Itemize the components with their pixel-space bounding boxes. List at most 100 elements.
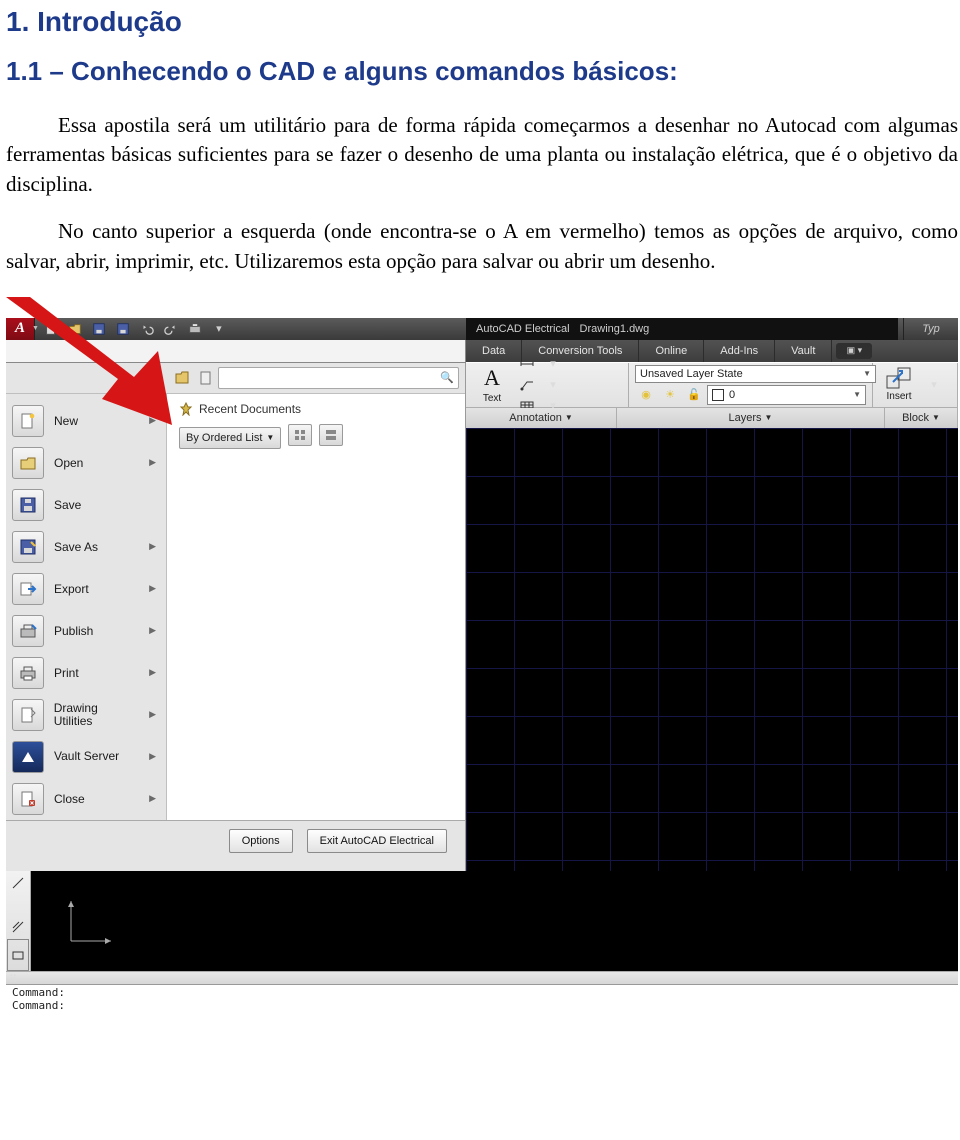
menu-utilities-label: Drawing Utilities	[54, 702, 139, 728]
save-icon	[12, 489, 44, 521]
app-menu-list: New ▶ Open ▶ Save	[6, 394, 166, 820]
insert-dd[interactable]: ▾	[923, 375, 945, 395]
app-letter: A	[15, 320, 25, 337]
layer-on-icon[interactable]: ◉	[635, 385, 657, 405]
text-tool-label: Text	[483, 393, 501, 404]
submenu-arrow-icon: ▶	[149, 583, 156, 594]
command-history-1: Command:	[12, 986, 952, 999]
menu-export-label: Export	[54, 582, 89, 596]
submenu-arrow-icon: ▶	[149, 751, 156, 762]
submenu-arrow-icon: ▶	[149, 625, 156, 636]
view-small-icons-button[interactable]	[288, 424, 312, 446]
command-line[interactable]: Command: Command:	[6, 984, 958, 1012]
submenu-arrow-icon: ▶	[149, 457, 156, 468]
chevron-down-icon: ▼	[932, 413, 940, 422]
options-button[interactable]: Options	[229, 829, 293, 853]
menu-print[interactable]: Print ▶	[12, 652, 166, 694]
title-app: AutoCAD Electrical	[476, 323, 570, 335]
menu-new-label: New	[54, 414, 78, 428]
panel-label-block[interactable]: Block▼	[885, 408, 958, 428]
tab-vault[interactable]: Vault	[775, 340, 832, 362]
grip-icon[interactable]: ⠿	[9, 973, 19, 983]
qat-save-icon[interactable]	[87, 318, 111, 340]
submenu-arrow-icon: ▶	[149, 415, 156, 426]
menu-saveas-label: Save As	[54, 540, 98, 554]
menu-close[interactable]: Close ▶	[12, 778, 166, 820]
menu-open[interactable]: Open ▶	[12, 442, 166, 484]
tab-add-ins[interactable]: Add-Ins	[704, 340, 775, 362]
publish-icon	[12, 615, 44, 647]
chevron-down-icon: ▼	[853, 390, 861, 399]
quick-access-toolbar: A ▼ ▾ AutoCAD Electrical Drawing1.dwg Ty…	[6, 318, 958, 340]
app-menu-open-docs-button[interactable]	[194, 370, 218, 386]
search-icon: 🔍	[440, 371, 454, 384]
layer-lock-icon[interactable]: 🔓	[683, 385, 705, 405]
layer-freeze-icon[interactable]: ☀	[659, 385, 681, 405]
panel-label-annotation[interactable]: Annotation▼	[466, 408, 617, 428]
submenu-arrow-icon: ▶	[149, 793, 156, 804]
help-search-box[interactable]: Typ	[903, 318, 958, 340]
view-large-icons-button[interactable]	[319, 424, 343, 446]
menu-saveas[interactable]: Save As ▶	[12, 526, 166, 568]
tab-collapse-button[interactable]: ▣ ▾	[836, 343, 872, 359]
layer-state-dropdown[interactable]: Unsaved Layer State ▼	[635, 365, 876, 383]
menu-publish-label: Publish	[54, 624, 93, 638]
print-icon	[12, 657, 44, 689]
tool-blank[interactable]	[8, 895, 28, 915]
doc-paragraph-2: No canto superior a esquerda (onde encon…	[6, 217, 958, 276]
qat-plot-icon[interactable]	[183, 318, 207, 340]
menu-new[interactable]: New ▶	[12, 400, 166, 442]
chevron-down-icon: ▼	[266, 433, 274, 442]
tab-conversion-tools[interactable]: Conversion Tools	[522, 340, 639, 362]
menu-publish[interactable]: Publish ▶	[12, 610, 166, 652]
app-menu-recent-button[interactable]	[170, 370, 194, 386]
submenu-arrow-icon: ▶	[149, 667, 156, 678]
tool-rectangle-icon[interactable]	[7, 939, 29, 971]
linear-dim-button[interactable]	[516, 354, 538, 374]
ribbon-tabs: Data Conversion Tools Online Add-Ins Vau…	[466, 340, 958, 362]
menu-vault-server[interactable]: Vault Server ▶	[12, 736, 166, 778]
tool-line-icon[interactable]	[8, 873, 28, 893]
ordered-list-dropdown[interactable]: By Ordered List▼	[179, 427, 281, 449]
drawing-canvas-lower[interactable]	[31, 871, 958, 971]
qat-undo-icon[interactable]	[135, 318, 159, 340]
qat-saveas-icon[interactable]	[111, 318, 135, 340]
app-menu-arrow-icon: ▼	[32, 325, 39, 332]
menu-export[interactable]: Export ▶	[12, 568, 166, 610]
current-layer-value: 0	[729, 389, 735, 401]
qat-open-icon[interactable]	[63, 318, 87, 340]
layer-color-swatch	[712, 389, 724, 401]
app-menu-button[interactable]: A	[6, 318, 35, 340]
exit-button[interactable]: Exit AutoCAD Electrical	[307, 829, 447, 853]
submenu-arrow-icon: ▶	[149, 541, 156, 552]
qat-new-icon[interactable]	[39, 318, 63, 340]
annotation-dd-2[interactable]: ▾	[542, 375, 564, 395]
close-icon	[12, 783, 44, 815]
current-layer-dropdown[interactable]: 0▼	[707, 385, 866, 405]
panel-label-layers[interactable]: Layers▼	[617, 408, 885, 428]
insert-block-button[interactable]: Insert	[879, 365, 919, 405]
qat-redo-icon[interactable]	[159, 318, 183, 340]
title-doc: Drawing1.dwg	[580, 323, 650, 335]
title-bar: AutoCAD Electrical Drawing1.dwg	[466, 318, 898, 340]
app-menu-search-input[interactable]: 🔍	[218, 367, 459, 389]
menu-drawing-utilities[interactable]: Drawing Utilities ▶	[12, 694, 166, 736]
annotation-dd-1[interactable]: ▾	[542, 354, 564, 374]
ribbon-panels: A Text ▾ ▾ ▾	[466, 363, 958, 428]
drawing-canvas[interactable]: /*grid drawn below via spans*/	[466, 428, 958, 871]
command-history-2: Command:	[12, 999, 952, 1012]
tab-online[interactable]: Online	[639, 340, 704, 362]
tool-hatch-icon[interactable]	[8, 917, 28, 937]
text-tool-button[interactable]: A Text	[472, 365, 512, 405]
qat-arrow-icon[interactable]: ▾	[207, 318, 231, 340]
tab-data[interactable]: Data	[466, 340, 522, 362]
leader-button[interactable]	[516, 375, 538, 395]
layer-state-value: Unsaved Layer State	[640, 368, 743, 380]
pin-icon	[179, 402, 193, 416]
chevron-down-icon: ▼	[863, 369, 871, 378]
ucs-icon	[61, 891, 121, 951]
menu-save[interactable]: Save	[12, 484, 166, 526]
recent-documents-panel: Recent Documents By Ordered List▼	[166, 394, 465, 820]
app-menu-footer: Options Exit AutoCAD Electrical	[6, 820, 465, 861]
saveas-icon	[12, 531, 44, 563]
